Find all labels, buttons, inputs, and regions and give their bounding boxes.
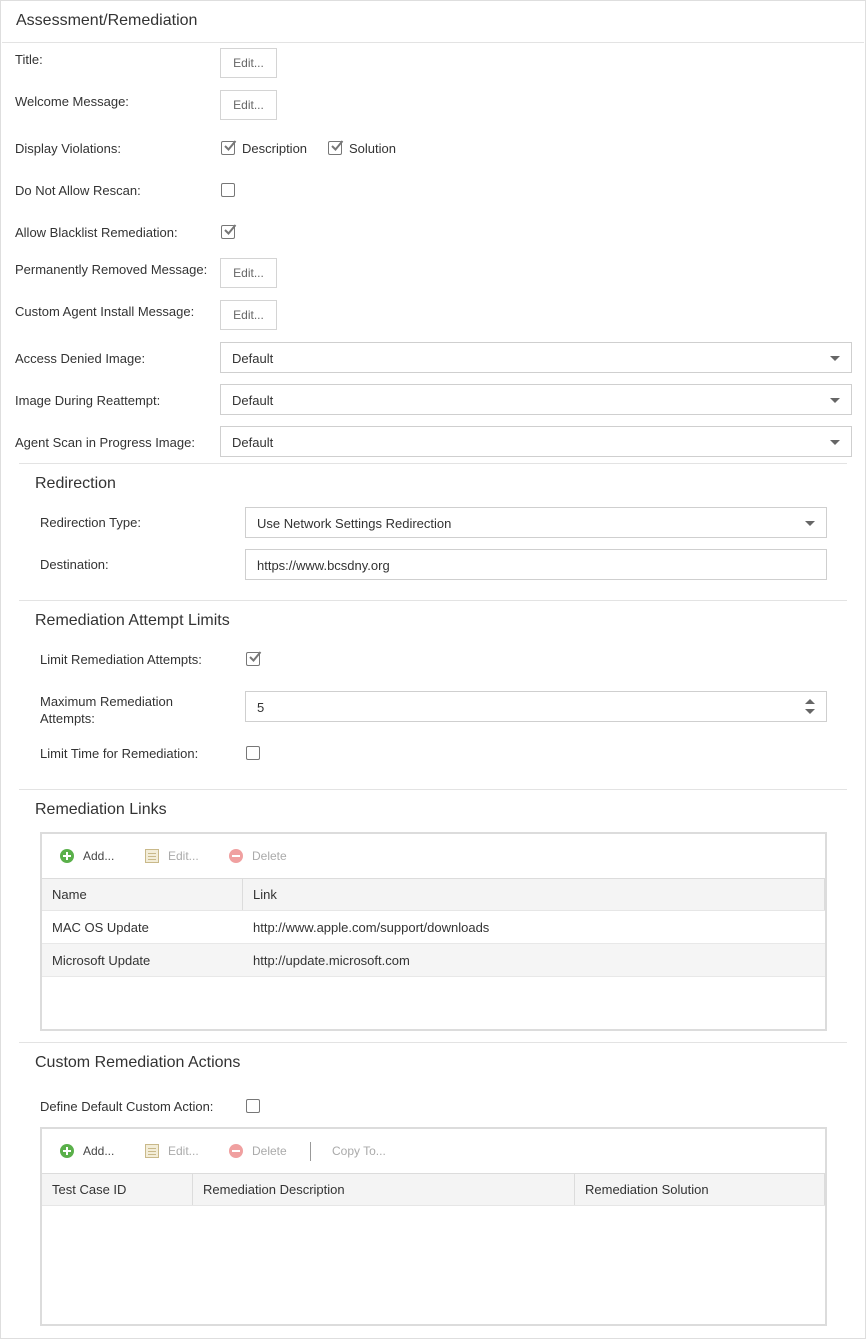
links-delete-button[interactable]: Delete (229, 834, 287, 878)
redirection-section-title: Redirection (35, 475, 116, 492)
destination-input[interactable]: https://www.bcsdny.org (245, 549, 827, 580)
toolbar-separator (310, 1142, 311, 1161)
welcome-message-label: Welcome Message: (15, 94, 129, 109)
section-divider (19, 789, 847, 790)
limit-attempts-label: Limit Remediation Attempts: (40, 652, 202, 667)
delete-circle-icon (229, 849, 243, 863)
row-link-cell: http://www.apple.com/support/downloads (253, 920, 490, 935)
checkmark-icon (249, 651, 262, 662)
destination-value: https://www.bcsdny.org (257, 558, 390, 573)
column-header-remediation-solution[interactable]: Remediation Solution (575, 1174, 825, 1205)
links-delete-label: Delete (252, 849, 287, 863)
actions-edit-label: Edit... (168, 1144, 199, 1158)
custom-agent-install-edit-button[interactable]: Edit... (220, 300, 277, 330)
spin-down-icon[interactable] (805, 709, 815, 714)
row-link-cell: http://update.microsoft.com (253, 953, 410, 968)
checkmark-icon (224, 224, 237, 235)
custom-actions-grid: Add... Edit... Delete Copy To... Test Ca… (40, 1127, 827, 1326)
solution-checkbox[interactable] (328, 140, 344, 155)
custom-agent-install-label: Custom Agent Install Message: (15, 304, 195, 319)
destination-label: Destination: (40, 557, 109, 572)
table-row[interactable]: Microsoft Update http://update.microsoft… (42, 944, 825, 977)
section-divider (19, 600, 847, 601)
access-denied-image-value: Default (232, 351, 274, 366)
links-add-button[interactable]: Add... (60, 834, 114, 878)
permanently-removed-edit-button[interactable]: Edit... (220, 258, 277, 288)
solution-checkbox-label[interactable]: Solution (349, 141, 396, 156)
redirection-type-select[interactable]: Use Network Settings Redirection (245, 507, 827, 538)
attempt-limits-section-title: Remediation Attempt Limits (35, 612, 230, 629)
max-attempts-stepper[interactable]: 5 (245, 691, 827, 722)
scan-progress-image-select[interactable]: Default (220, 426, 852, 457)
chevron-down-icon (805, 521, 815, 526)
actions-add-button[interactable]: Add... (60, 1129, 114, 1173)
actions-delete-label: Delete (252, 1144, 287, 1158)
add-circle-icon (60, 1144, 74, 1158)
actions-delete-button[interactable]: Delete (229, 1129, 287, 1173)
add-circle-icon (60, 849, 74, 863)
reattempt-image-label: Image During Reattempt: (15, 393, 161, 408)
blacklist-remediation-checkbox[interactable] (221, 224, 237, 239)
blacklist-remediation-label: Allow Blacklist Remediation: (15, 225, 178, 240)
links-add-label: Add... (83, 849, 115, 863)
redirection-type-value: Use Network Settings Redirection (257, 516, 452, 531)
links-table-header: Name Link (42, 878, 825, 911)
remediation-links-grid: Add... Edit... Delete Name Link MAC OS U… (40, 832, 827, 1031)
edit-notepad-icon (145, 849, 159, 863)
checkmark-icon (331, 140, 344, 151)
scan-progress-image-value: Default (232, 435, 274, 450)
assessment-remediation-panel: Assessment/Remediation Title: Edit... We… (0, 0, 866, 1339)
row-name-cell: Microsoft Update (52, 953, 151, 968)
define-default-action-label: Define Default Custom Action: (40, 1099, 214, 1114)
remediation-links-section-title: Remediation Links (35, 801, 167, 818)
column-header-link[interactable]: Link (243, 879, 825, 910)
chevron-down-icon (830, 398, 840, 403)
table-row[interactable]: MAC OS Update http://www.apple.com/suppo… (42, 911, 825, 944)
spin-up-icon[interactable] (805, 699, 815, 704)
edit-notepad-icon (145, 1144, 159, 1158)
actions-copy-to-label: Copy To... (332, 1144, 386, 1158)
title-label: Title: (15, 52, 43, 67)
actions-copy-to-button[interactable]: Copy To... (332, 1129, 386, 1173)
permanently-removed-label: Permanently Removed Message: (15, 262, 208, 277)
max-attempts-value: 5 (257, 700, 265, 715)
display-violations-label: Display Violations: (15, 141, 121, 156)
row-name-cell: MAC OS Update (52, 920, 149, 935)
actions-add-label: Add... (83, 1144, 115, 1158)
reattempt-image-value: Default (232, 393, 274, 408)
no-rescan-checkbox[interactable] (221, 183, 235, 197)
checkmark-icon (224, 140, 237, 151)
max-attempts-label: Maximum Remediation Attempts: (40, 694, 173, 726)
column-header-remediation-description[interactable]: Remediation Description (193, 1174, 575, 1205)
description-checkbox-label[interactable]: Description (242, 141, 307, 156)
description-checkbox[interactable] (221, 140, 237, 155)
define-default-action-checkbox[interactable] (246, 1099, 260, 1113)
section-divider (19, 1042, 847, 1043)
chevron-down-icon (830, 440, 840, 445)
delete-circle-icon (229, 1144, 243, 1158)
reattempt-image-select[interactable]: Default (220, 384, 852, 415)
limit-time-checkbox[interactable] (246, 746, 260, 760)
actions-table-header: Test Case ID Remediation Description Rem… (42, 1173, 825, 1206)
chevron-down-icon (830, 356, 840, 361)
welcome-message-edit-button[interactable]: Edit... (220, 90, 277, 120)
access-denied-image-label: Access Denied Image: (15, 351, 146, 366)
no-rescan-label: Do Not Allow Rescan: (15, 183, 141, 198)
redirection-type-label: Redirection Type: (40, 515, 141, 530)
links-edit-label: Edit... (168, 849, 199, 863)
actions-edit-button[interactable]: Edit... (145, 1129, 199, 1173)
access-denied-image-select[interactable]: Default (220, 342, 852, 373)
custom-actions-section-title: Custom Remediation Actions (35, 1054, 241, 1071)
links-edit-button[interactable]: Edit... (145, 834, 199, 878)
panel-title: Assessment/Remediation (16, 12, 198, 29)
limit-time-label: Limit Time for Remediation: (40, 746, 199, 761)
title-edit-button[interactable]: Edit... (220, 48, 277, 78)
section-divider (19, 463, 847, 464)
scan-progress-image-label: Agent Scan in Progress Image: (15, 435, 195, 450)
header-divider (2, 42, 864, 43)
limit-attempts-checkbox[interactable] (246, 651, 262, 666)
column-header-name[interactable]: Name (42, 879, 243, 910)
column-header-test-case-id[interactable]: Test Case ID (42, 1174, 193, 1205)
